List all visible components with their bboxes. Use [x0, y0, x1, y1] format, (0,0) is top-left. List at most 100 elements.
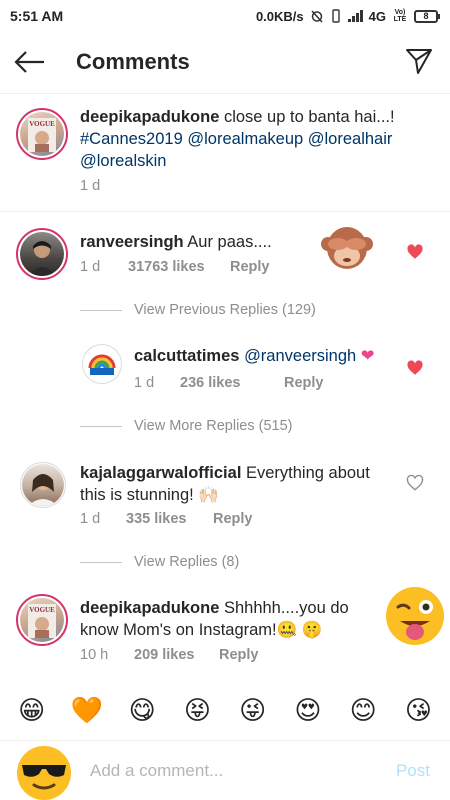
comment-composer: Post — [0, 740, 450, 800]
view-previous-replies[interactable]: View Previous Replies (129) — [80, 302, 316, 318]
yum-emoji-button[interactable]: 😋 — [124, 692, 160, 728]
replies-line — [80, 309, 122, 311]
winking-tongue-emoji-sticker — [384, 585, 446, 647]
winking-tongue-emoji-button[interactable]: 😜 — [235, 692, 271, 728]
kissing-face-icon: 😘 — [404, 694, 432, 725]
comment-body: Aur paas.... — [183, 233, 272, 251]
comment-time: 1 d — [80, 259, 101, 275]
comment-username[interactable]: ranveersingh — [80, 233, 184, 251]
avatar-deepikapadukone[interactable]: VOGUE — [16, 108, 68, 160]
reply-meta: 1 d 236 likes Reply — [134, 375, 324, 391]
like-heart-outline-icon[interactable] — [406, 474, 424, 492]
emoji-quick-bar: 😁 🧡 😋 😝 😜 😍 😊 😘 — [0, 686, 450, 734]
comment-time: 10 h — [80, 647, 109, 663]
orange-heart-icon: 🧡 — [70, 694, 104, 725]
alarm-off-icon — [311, 10, 323, 23]
battery-level: 8 — [423, 11, 429, 21]
reply-likes[interactable]: 236 likes — [180, 375, 284, 391]
reply-time: 1 d — [134, 375, 155, 391]
comment-username[interactable]: kajalaggarwalofficial — [80, 464, 241, 482]
svg-text:VOGUE: VOGUE — [29, 606, 55, 614]
heart-eyes-emoji-button[interactable]: 😍 — [290, 692, 326, 728]
volte-badge: Vo) LTE — [393, 9, 407, 23]
comment-likes[interactable]: 31763 likes — [128, 259, 230, 275]
view-more-replies[interactable]: View More Replies (515) — [80, 418, 293, 434]
avatar-kajalaggarwalofficial[interactable] — [20, 462, 66, 508]
reply-mention[interactable]: @ranveersingh — [244, 347, 356, 365]
caption-mention-lorealhair[interactable]: @lorealhair — [308, 130, 393, 148]
reply-username[interactable]: calcuttatimes — [134, 347, 239, 365]
monkey-icon — [321, 227, 373, 269]
caption-body: close up to banta hai...! — [219, 108, 395, 126]
reply-button[interactable]: Reply — [284, 375, 324, 391]
comment-meta: 1 d 335 likes Reply — [80, 511, 253, 527]
view-replies-label: View Replies (8) — [134, 554, 240, 570]
comment-username[interactable]: deepikapadukone — [80, 599, 219, 617]
reply-button[interactable]: Reply — [219, 647, 259, 663]
comment-meta: 1 d 31763 likes Reply — [80, 259, 270, 275]
view-more-replies-label: View More Replies (515) — [134, 418, 293, 434]
svg-text:VOGUE: VOGUE — [29, 120, 55, 128]
magazine-cover-icon: VOGUE — [28, 118, 56, 152]
back-arrow-icon — [14, 51, 44, 73]
back-button[interactable] — [12, 46, 48, 78]
grinning-emoji-button[interactable]: 😁 — [14, 692, 50, 728]
see-no-evil-monkey-sticker — [318, 222, 376, 272]
comments-header: Comments — [0, 32, 450, 94]
view-previous-replies-label: View Previous Replies (129) — [134, 302, 316, 318]
heart-eyes-icon: 😍 — [294, 694, 322, 725]
status-time: 5:51 AM — [10, 8, 64, 24]
user-avatar[interactable] — [16, 745, 72, 800]
yum-face-icon: 😋 — [128, 694, 156, 725]
reply-button[interactable]: Reply — [230, 259, 270, 275]
like-heart-icon[interactable] — [406, 243, 424, 261]
avatar-calcuttatimes[interactable] — [82, 344, 122, 384]
reply-button[interactable]: Reply — [213, 511, 253, 527]
winking-tongue-face-icon — [386, 587, 444, 645]
magazine-cover-icon: VOGUE — [28, 604, 56, 638]
kissing-emoji-button[interactable]: 😘 — [400, 692, 436, 728]
calcutta-times-logo-icon — [88, 354, 116, 375]
person-photo-icon — [28, 474, 58, 506]
replies-line — [80, 425, 122, 427]
vibrate-icon — [331, 9, 340, 23]
page-title: Comments — [76, 49, 190, 74]
squinting-tongue-icon: 😝 — [183, 694, 211, 725]
caption-text: deepikapadukone close up to banta hai...… — [80, 106, 430, 172]
avatar-ranveersingh[interactable] — [16, 228, 68, 280]
signal-icon — [347, 10, 363, 22]
smiling-emoji-button[interactable]: 😊 — [345, 692, 381, 728]
reply-text: calcuttatimes @ranveersingh ❤ — [134, 345, 404, 367]
avatar-deepikapadukone[interactable]: VOGUE — [16, 594, 68, 646]
network-type: 4G — [368, 8, 386, 24]
comment-text: deepikapadukone Shhhhh....you do know Mo… — [80, 597, 380, 641]
smiling-face-icon: 😊 — [349, 694, 377, 725]
heart-emoji-button[interactable]: 🧡 — [69, 692, 105, 728]
squinting-tongue-emoji-button[interactable]: 😝 — [179, 692, 215, 728]
status-right: 0.0KB/s 4G Vo) LTE 8 — [255, 8, 440, 24]
caption-username[interactable]: deepikapadukone — [80, 108, 219, 126]
caption-mention-lorealmakeup[interactable]: @lorealmakeup — [187, 130, 303, 148]
share-button[interactable] — [402, 44, 436, 78]
comment-time: 1 d — [80, 511, 101, 527]
post-button[interactable]: Post — [396, 761, 430, 781]
pink-heart-icon: ❤ — [360, 347, 375, 365]
battery-icon: 8 — [414, 9, 440, 23]
direct-send-icon — [406, 49, 432, 74]
caption-divider — [0, 211, 450, 212]
caption-mention-lorealskin[interactable]: @lorealskin — [80, 152, 166, 170]
network-speed: 0.0KB/s — [255, 8, 304, 24]
comment-text: kajalaggarwalofficial Everything about t… — [80, 462, 400, 506]
comment-input[interactable] — [90, 757, 380, 785]
view-replies[interactable]: View Replies (8) — [80, 554, 239, 570]
like-heart-icon[interactable] — [406, 359, 424, 377]
winking-tongue-icon: 😜 — [239, 694, 267, 725]
comment-likes[interactable]: 335 likes — [126, 511, 213, 527]
comment-likes[interactable]: 209 likes — [134, 647, 219, 663]
caption-hashtag[interactable]: #Cannes2019 — [80, 130, 183, 148]
replies-line — [80, 561, 122, 563]
grinning-face-icon: 😁 — [18, 694, 46, 725]
caption-time: 1 d — [80, 178, 101, 194]
comment-meta: 10 h 209 likes Reply — [80, 647, 259, 663]
status-bar: 5:51 AM 0.0KB/s 4G Vo) LTE 8 — [0, 0, 450, 32]
